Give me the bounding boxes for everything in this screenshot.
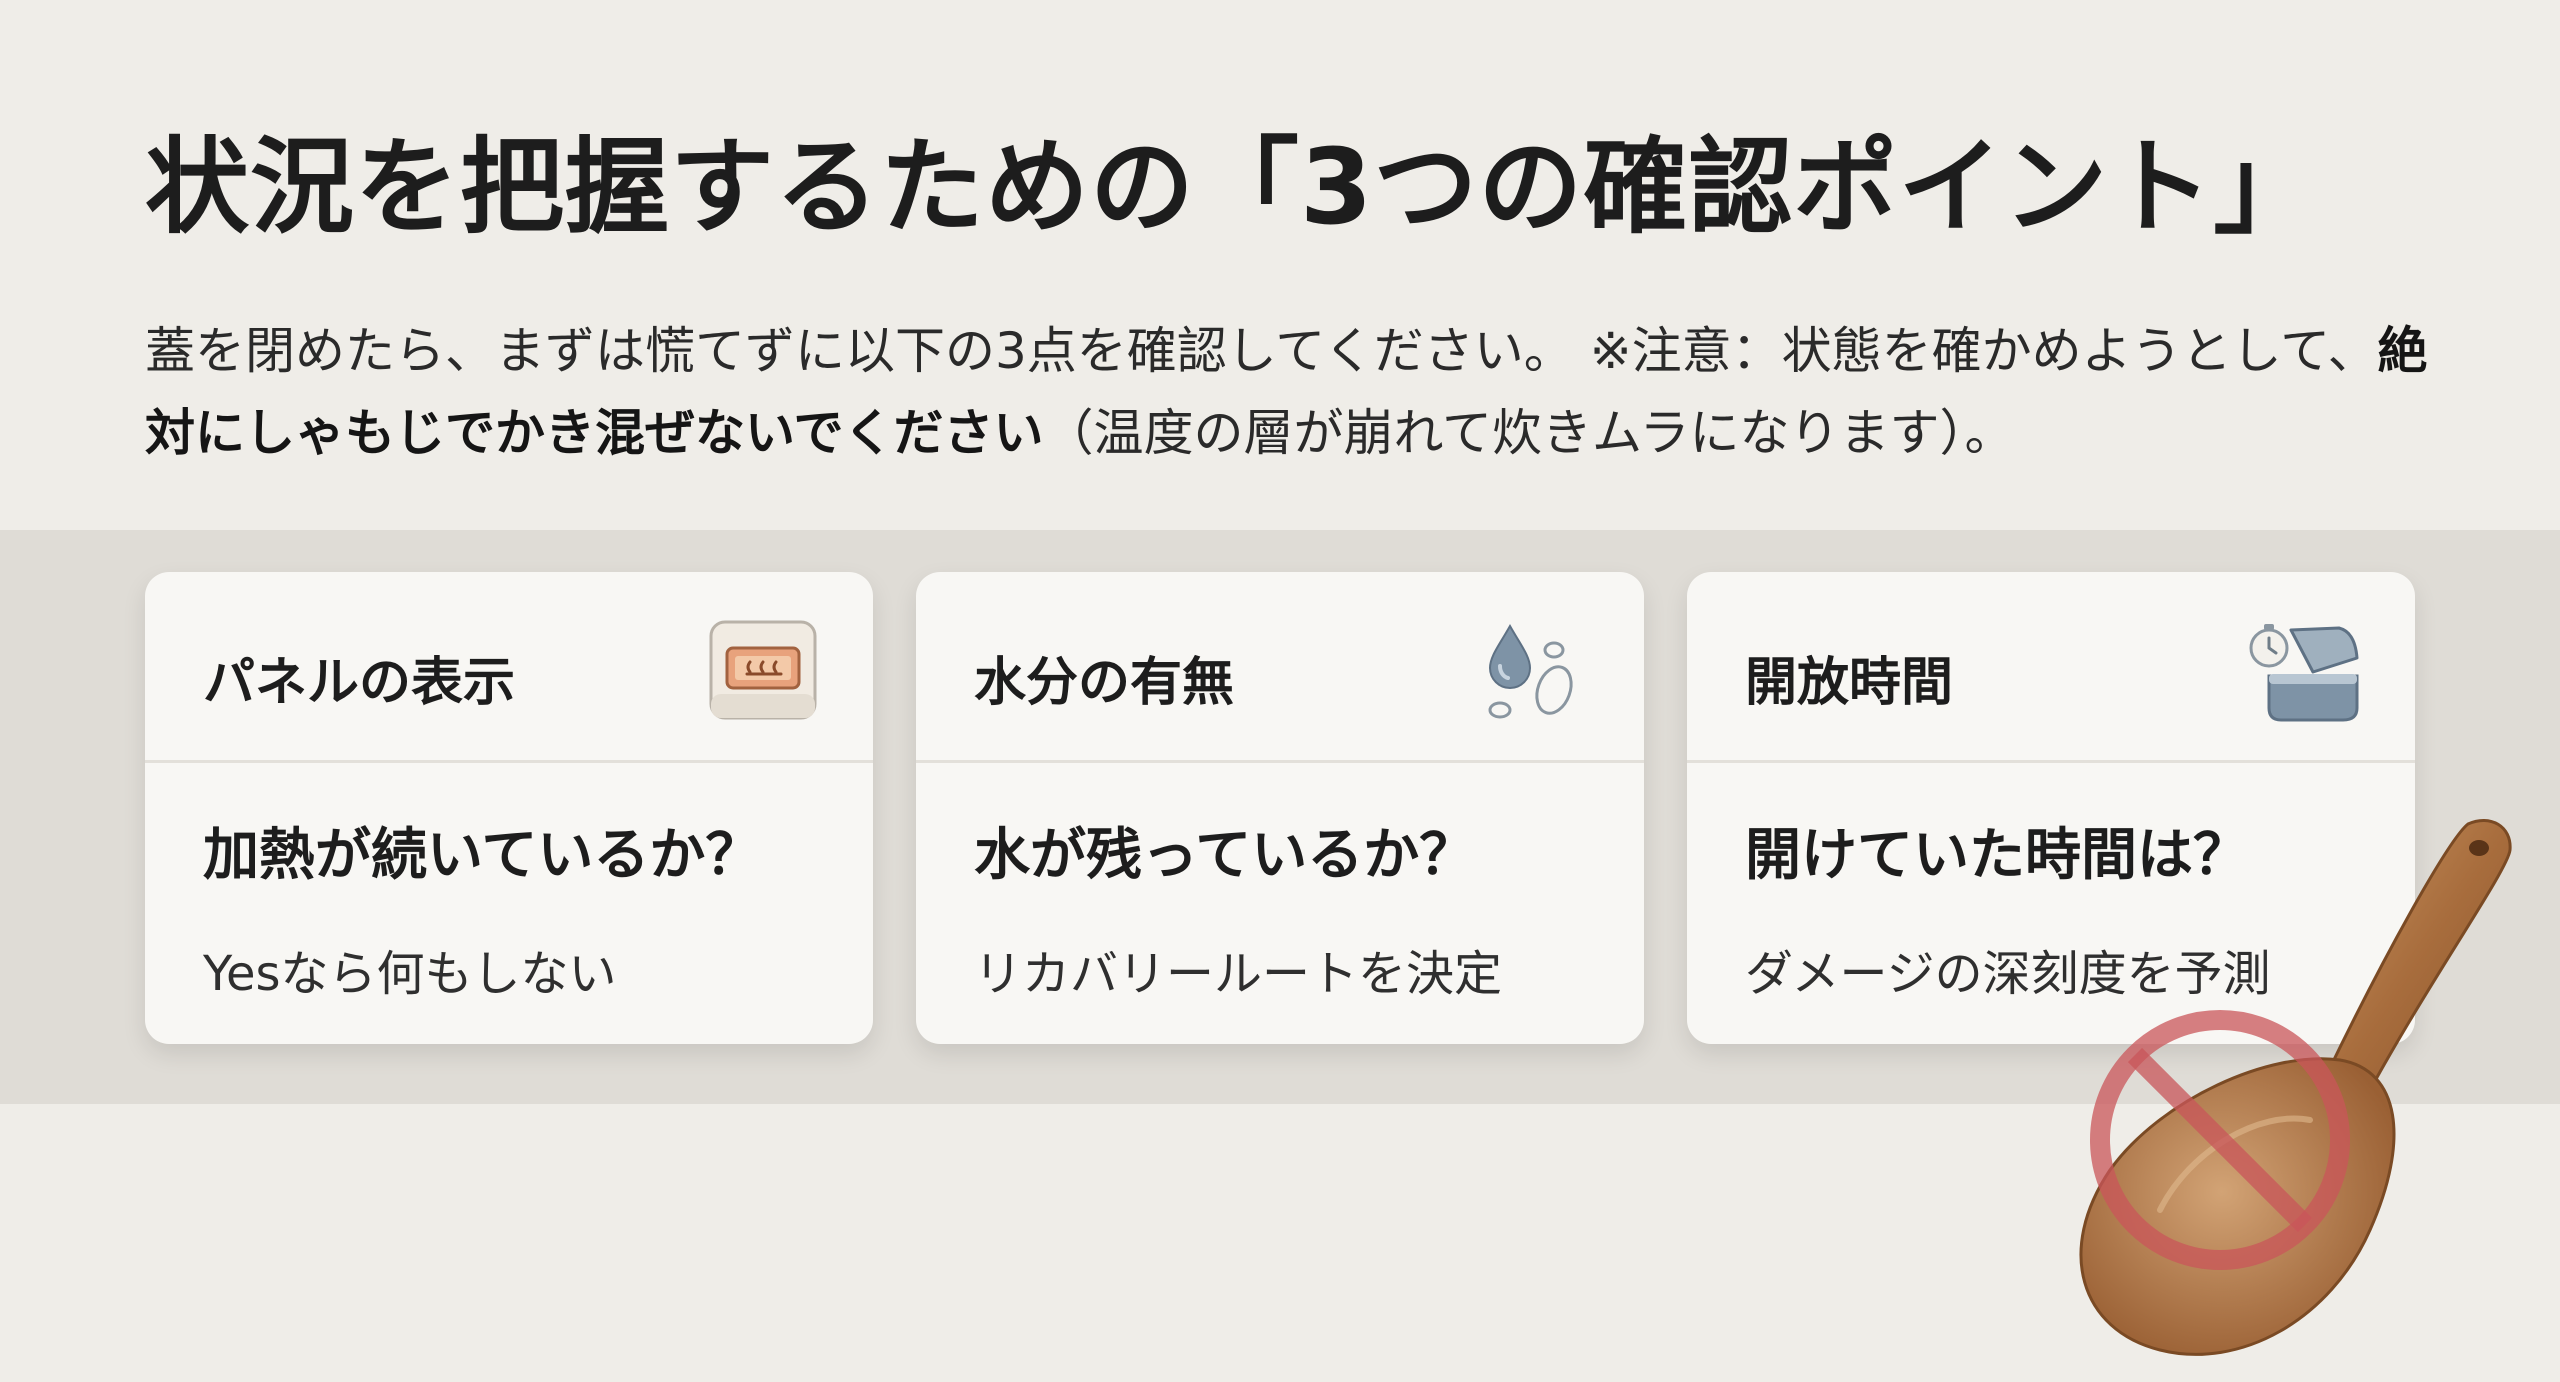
card-header: 開放時間 [1687,572,2415,763]
card-header: 水分の有無 [916,572,1644,763]
timer-open-lid-icon [2249,624,2359,722]
rice-cooker-panel-icon [709,620,817,720]
card-header: パネルの表示 [145,572,873,763]
card-panel-display: パネルの表示 加熱が続いているか？ Yesなら何もしない [145,572,873,1044]
wooden-rice-paddle-prohibited-icon [2079,818,2512,1356]
page-title: 状況を把握するための「3つの確認ポイント」 [145,126,2319,248]
card-question: 水が残っているか？ [974,823,1476,888]
intro-text: 蓋を閉めたら、まずは慌てずに以下の3点を確認してください。 ※注意：状態を確かめ… [145,310,2435,474]
water-drops-icon [1488,623,1573,719]
intro-tail: （温度の層が崩れて炊きムラになります）。 [1043,404,2015,462]
card-title: パネルの表示 [203,653,516,713]
card-question: 加熱が続いているか？ [203,823,762,888]
card-answer: Yesなら何もしない [203,946,617,1002]
card-title: 開放時間 [1745,653,1954,713]
card-title: 水分の有無 [974,653,1235,713]
intro-lead: 蓋を閉めたら、まずは慌てずに以下の3点を確認してください。 ※注意：状態を確かめ… [145,322,2378,380]
card-water-presence: 水分の有無 水が残っているか？ リカバリールートを決定 [916,572,1644,1044]
card-answer: リカバリールートを決定 [974,946,1503,1002]
